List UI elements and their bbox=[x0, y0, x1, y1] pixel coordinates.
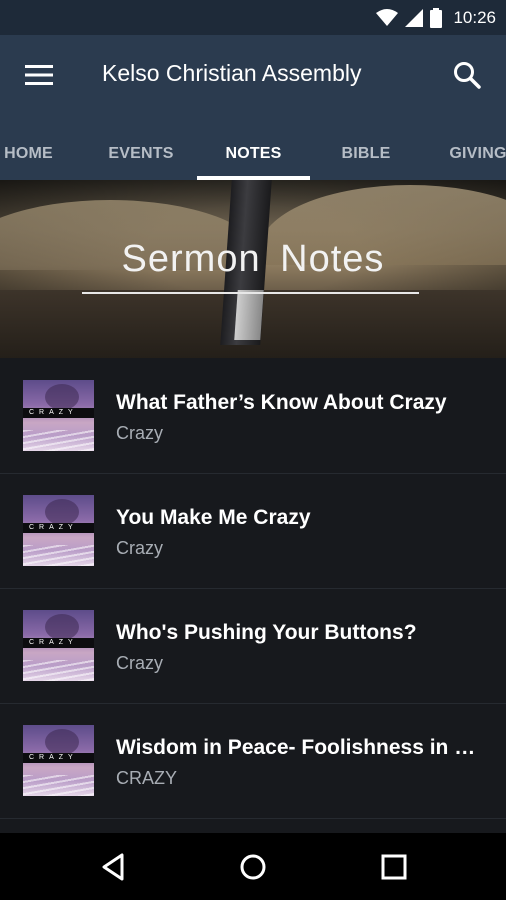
notes-list: CRAZY What Father’s Know About Crazy Cra… bbox=[0, 358, 506, 833]
home-button[interactable] bbox=[235, 849, 271, 885]
tab-bible[interactable]: BIBLE bbox=[310, 127, 422, 180]
series-thumbnail: CRAZY bbox=[23, 725, 94, 796]
signal-icon bbox=[405, 8, 424, 27]
wifi-icon bbox=[376, 8, 399, 26]
hero-banner: Sermon Notes bbox=[0, 180, 506, 358]
series-thumbnail: CRAZY bbox=[23, 380, 94, 451]
battery-icon bbox=[430, 7, 443, 28]
search-button[interactable] bbox=[452, 60, 482, 90]
app-bar: Kelso Christian Assembly HOME EVENTS NOT… bbox=[0, 35, 506, 180]
thumbnail-text: CRAZY bbox=[29, 409, 78, 416]
menu-button[interactable] bbox=[24, 62, 54, 88]
thumbnail-text: CRAZY bbox=[29, 524, 78, 531]
app-title: Kelso Christian Assembly bbox=[102, 60, 362, 86]
back-button[interactable] bbox=[96, 849, 132, 885]
system-nav-bar bbox=[0, 833, 506, 900]
tab-events[interactable]: EVENTS bbox=[85, 127, 197, 180]
recents-icon bbox=[381, 854, 407, 880]
status-bar: 10:26 bbox=[0, 0, 506, 35]
note-series: Crazy bbox=[116, 653, 164, 673]
home-icon bbox=[240, 854, 266, 880]
thumbnail-text: CRAZY bbox=[29, 754, 78, 761]
list-item[interactable]: CRAZY You Make Me Crazy Crazy bbox=[0, 473, 506, 589]
recents-button[interactable] bbox=[376, 849, 412, 885]
back-icon bbox=[102, 853, 124, 881]
series-thumbnail: CRAZY bbox=[23, 495, 94, 566]
list-item[interactable]: CRAZY Wisdom in Peace- Foolishness in St… bbox=[0, 703, 506, 819]
bookmark-ribbon-highlight bbox=[234, 290, 264, 340]
note-title: Wisdom in Peace- Foolishness in Strife bbox=[116, 736, 476, 759]
hero-underline bbox=[82, 292, 419, 294]
status-time: 10:26 bbox=[453, 7, 496, 27]
tab-bar: HOME EVENTS NOTES BIBLE GIVING bbox=[0, 127, 506, 180]
hero-title: Sermon Notes bbox=[121, 238, 385, 280]
note-series: Crazy bbox=[116, 538, 164, 558]
tab-notes[interactable]: NOTES bbox=[197, 127, 310, 180]
note-series: CRAZY bbox=[116, 768, 178, 788]
search-icon bbox=[454, 62, 481, 89]
hamburger-menu-icon bbox=[25, 65, 53, 85]
note-title: You Make Me Crazy bbox=[116, 506, 311, 529]
series-thumbnail: CRAZY bbox=[23, 610, 94, 681]
note-title: What Father’s Know About Crazy bbox=[116, 391, 447, 414]
thumbnail-text: CRAZY bbox=[29, 639, 78, 646]
tab-home[interactable]: HOME bbox=[0, 127, 85, 180]
list-item[interactable]: CRAZY Who's Pushing Your Buttons? Crazy bbox=[0, 588, 506, 704]
note-title: Who's Pushing Your Buttons? bbox=[116, 621, 417, 644]
note-series: Crazy bbox=[116, 423, 164, 443]
tab-giving[interactable]: GIVING bbox=[422, 127, 506, 180]
list-item[interactable]: CRAZY What Father’s Know About Crazy Cra… bbox=[0, 358, 506, 474]
